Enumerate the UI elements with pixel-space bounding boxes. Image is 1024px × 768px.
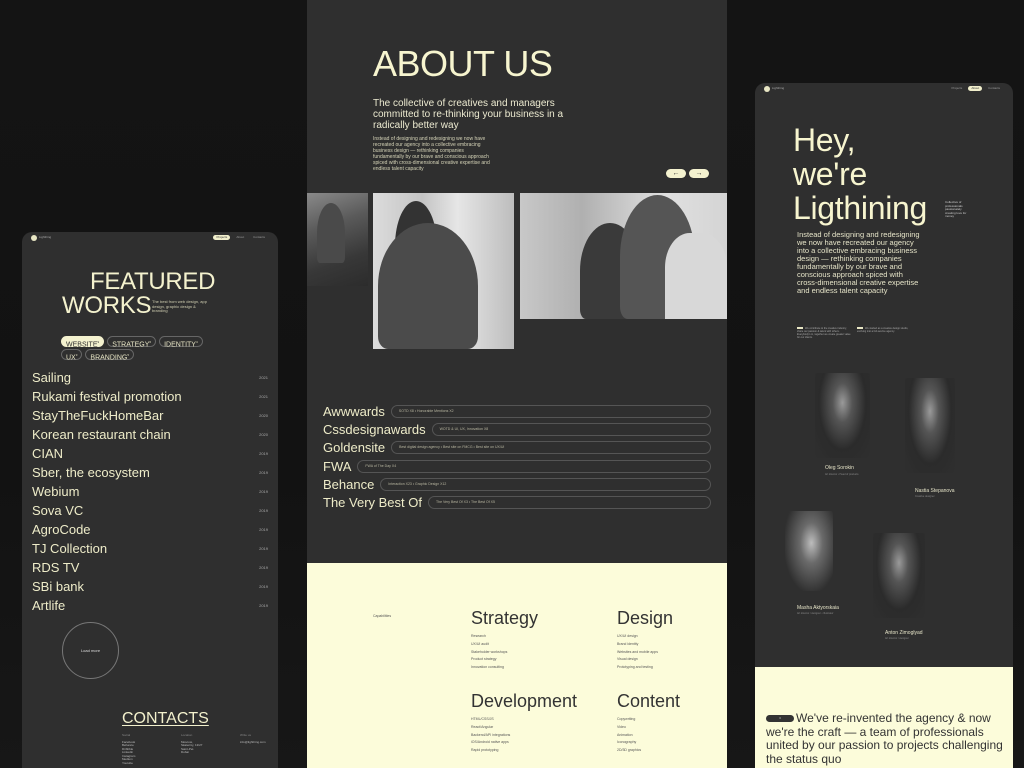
page-subtitle: The best from web design, app design, gr… (152, 299, 207, 313)
capabilities-label: Capabilities (373, 614, 392, 618)
work-item[interactable]: Rukami festival promotion 2021 (32, 387, 268, 406)
about-us-page: ABOUT US The collective of creatives and… (307, 0, 727, 768)
gallery-arrows: ← → (666, 169, 709, 178)
work-item[interactable]: Artlife 2019 (32, 596, 268, 615)
social-links: Social Facebook Behance Dribbble Linkedi… (122, 733, 136, 766)
award-row: FWA FWA of The Day X4 (323, 457, 711, 475)
work-item[interactable]: CIAN 2019 (32, 444, 268, 463)
nav-link-projects[interactable]: Projects (213, 235, 231, 240)
nav-link-projects[interactable]: Projects (948, 86, 965, 91)
nav-link-about[interactable]: About (233, 235, 247, 240)
logo-text[interactable]: Lighthing (39, 235, 51, 239)
logo-icon[interactable] (31, 235, 37, 241)
note-block: We contribute to the creative industry, … (797, 327, 851, 339)
contacts-heading[interactable]: CONTACTS (122, 710, 209, 728)
capability-design: Design UX/UI design Brand identity Websi… (617, 608, 674, 670)
note-block: We started as a creative design studio, … (857, 327, 909, 333)
prev-arrow-button[interactable]: ← (666, 169, 686, 178)
capability-strategy: Strategy Research UX/UI audit Stakeholde… (471, 608, 539, 670)
filter-chip-identity[interactable]: IDENTITY4 (159, 336, 203, 348)
location-info: Location Moscow, Skaterniy, 13/27 Saint-… (181, 733, 203, 754)
member-photo (905, 378, 955, 473)
award-row: Cssdesignawards WOTD & UI, UX, Innovation… (323, 420, 711, 438)
work-item[interactable]: SBi bank 2019 (32, 577, 268, 596)
award-row: Awwwards SOTD X8 • Honorable Mentions X2 (323, 402, 711, 420)
logo-icon[interactable] (764, 86, 770, 92)
work-item[interactable]: Sailing 2021 (32, 368, 268, 387)
capability-content: Content Copywriting Video Animation Icon… (617, 691, 681, 753)
load-more-button[interactable]: Load more (62, 622, 119, 679)
filter-chips: WEBSITE9 STRATEGY6 IDENTITY4 UX3 BRANDIN… (61, 336, 221, 361)
member-photo (785, 511, 833, 591)
work-item[interactable]: StayTheFuckHomeBar 2020 (32, 406, 268, 425)
counter-badge: 3 (766, 715, 794, 723)
capability-development: Development HTML/CSS/JS React/Angular Ba… (471, 691, 578, 753)
hero-heading: Hey, we're Ligthining (793, 122, 928, 226)
nav-link-contacts[interactable]: Contacts (250, 235, 268, 240)
award-row: The Very Best Of The Very Best Of X3 • Th… (323, 493, 711, 511)
work-item[interactable]: Sber, the ecosystem 2019 (32, 463, 268, 482)
hero-body: Instead of designing and redesigning we … (797, 230, 920, 295)
social-link[interactable]: Youtube (122, 761, 135, 766)
member-photo (815, 373, 870, 458)
statement-section: 3 We've re-invented the agency & now we'r… (755, 667, 1013, 768)
about-body: Instead of designing and redesigning we … (373, 136, 490, 172)
work-item[interactable]: TJ Collection 2019 (32, 539, 268, 558)
filter-chip-strategy[interactable]: STRATEGY6 (107, 336, 157, 348)
next-arrow-button[interactable]: → (689, 169, 709, 178)
award-row: Goldensite Best digital design agency • B… (323, 439, 711, 457)
about-lead: The collective of creatives and managers… (373, 98, 564, 131)
team-photo (373, 193, 514, 349)
nav-link-contacts[interactable]: Contacts (985, 86, 1003, 91)
work-item[interactable]: RDS TV 2019 (32, 558, 268, 577)
hero-side-note: Collective of professionals passionately… (945, 200, 967, 218)
team-photo (307, 193, 368, 286)
filter-chip-website[interactable]: WEBSITE9 (61, 336, 105, 348)
top-nav: Lighthing Projects About Contacts (22, 235, 278, 243)
email-info: Write us info@lighthing.com (240, 733, 266, 745)
award-row: Behance Interaction X23 • Graphic Design … (323, 475, 711, 493)
member-photo (873, 533, 925, 618)
statement-text: 3 We've re-invented the agency & now we'r… (766, 711, 1003, 766)
logo-text[interactable]: Lighthing (772, 86, 784, 90)
nav-link-about[interactable]: About (968, 86, 983, 91)
filter-chip-branding[interactable]: BRANDING5 (85, 349, 135, 361)
work-item[interactable]: Webium 2019 (32, 482, 268, 501)
featured-works-page: Lighthing Projects About Contacts FEATUR… (22, 232, 278, 768)
email-link[interactable]: info@lighthing.com (240, 740, 266, 745)
work-item[interactable]: Sova VC 2019 (32, 501, 268, 520)
hero-about-page: Lighthing Projects About Contacts Hey, w… (755, 83, 1013, 768)
works-list: Sailing 2021 Rukami festival promotion 202… (32, 368, 268, 615)
filter-chip-ux[interactable]: UX3 (61, 349, 83, 361)
work-item[interactable]: AgroCode 2019 (32, 520, 268, 539)
top-nav: Lighthing Projects About Contacts (755, 86, 1013, 94)
page-title: ABOUT US (373, 43, 553, 84)
awards-list: Awwwards SOTD X8 • Honorable Mentions X2 … (323, 402, 711, 512)
work-item[interactable]: Korean restaurant chain 2020 (32, 425, 268, 444)
capabilities-section: Capabilities Strategy Research UX/UI aud… (307, 563, 727, 768)
team-photo (520, 193, 727, 319)
